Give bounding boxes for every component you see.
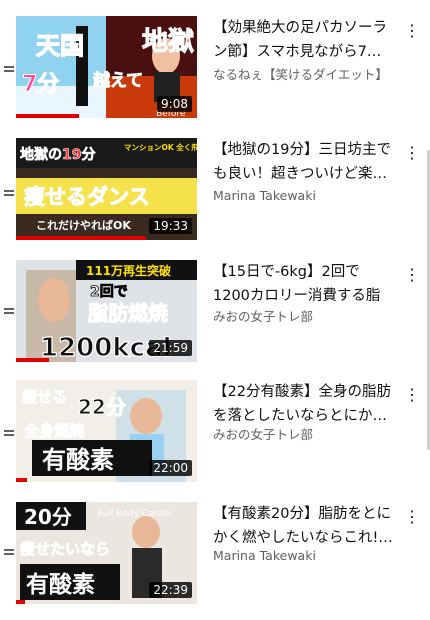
thumb-text-hell19: 地獄の19分 — [20, 146, 95, 163]
thumb-text-20: 20分 — [24, 505, 72, 529]
thumb-text-22: 22分 — [78, 395, 126, 419]
thumb-text-dance: 痩せるダンス — [24, 185, 150, 209]
video-thumbnail[interactable]: 痩せる 22分 全身燃焼 有酸素 22:00 — [16, 380, 197, 482]
thumb-text-aerobic2: 有酸素 — [26, 571, 95, 598]
video-title[interactable]: 【地獄の19分】三日坊主でも良い！超きついけど楽… — [213, 138, 393, 186]
channel-name[interactable]: Marina Takewaki — [213, 188, 393, 203]
thumb-text-heaven: 天国 — [36, 32, 84, 60]
playlist-item[interactable]: 111万再生突破 2回で 脂肪燃焼 1200kcal 21:59 【15日で-6… — [0, 260, 430, 378]
video-thumbnail[interactable]: 天国 7分 越えて 地獄 Before 9:08 — [16, 16, 197, 118]
more-vert-icon[interactable]: ⋮ — [404, 265, 420, 285]
channel-name[interactable]: Marina Takewaki — [213, 548, 393, 563]
video-title[interactable]: 【効果絶大の足パカソーラン節】スマホ見ながら7… — [213, 16, 393, 64]
watch-progress-bar — [16, 600, 26, 604]
more-vert-icon[interactable]: ⋮ — [404, 385, 420, 405]
thumb-text-cardio: Full Body Cardio — [98, 509, 171, 519]
thumb-text-minutes: 7分 — [22, 72, 59, 97]
drag-handle-icon[interactable] — [4, 66, 14, 74]
more-vert-icon[interactable]: ⋮ — [404, 21, 420, 41]
video-duration: 9:08 — [157, 96, 192, 112]
video-duration: 22:39 — [149, 582, 192, 598]
drag-handle-icon[interactable] — [4, 549, 14, 557]
watch-progress-bar — [16, 358, 49, 362]
playlist-item[interactable]: Full Body Cardio 20分 痩せたいなら 有酸素 22:39 【有… — [0, 502, 430, 620]
thumb-text-ok: これだけやればOK — [36, 218, 131, 232]
thumb-text-aerobic: 有酸素 — [42, 446, 114, 474]
playlist-item[interactable]: 地獄の19分 マンションOK 全く飛ばない！ 痩せるダンス これだけやればOK … — [0, 138, 430, 256]
thumb-text-hell: 地獄 — [142, 27, 194, 57]
thumb-text-fullbody: 全身燃焼 — [23, 422, 84, 440]
channel-name[interactable]: みおの女子トレ部 — [213, 306, 393, 325]
thumb-text-mansion: マンションOK 全く飛ばない！ — [124, 142, 197, 152]
thumb-text-twice: 2回で — [90, 284, 128, 300]
video-thumbnail[interactable]: Full Body Cardio 20分 痩せたいなら 有酸素 22:39 — [16, 502, 197, 604]
playlist-item[interactable]: 痩せる 22分 全身燃焼 有酸素 22:00 【22分有酸素】全身の脂肪を落とし… — [0, 380, 430, 498]
thumb-text-wantslim: 痩せたいなら — [20, 540, 110, 558]
video-title[interactable]: 【有酸素20分】脂肪をとにかく燃やしたいならこれ!… — [213, 502, 393, 550]
playlist-item[interactable]: 天国 7分 越えて 地獄 Before 9:08 【効果絶大の足パカソーラン節】… — [0, 16, 430, 134]
video-title[interactable]: 【15日で-6kg】2回で1200カロリー消費する脂肪燃… — [213, 260, 393, 308]
channel-name[interactable]: なるねぇ【笑けるダイエット】 — [213, 64, 393, 83]
more-vert-icon[interactable]: ⋮ — [404, 143, 420, 163]
thumb-text-views: 111万再生突破 — [86, 263, 171, 278]
video-duration: 22:00 — [149, 460, 192, 476]
video-title[interactable]: 【22分有酸素】全身の脂肪を落としたいならとにか… — [213, 380, 393, 428]
video-thumbnail[interactable]: 地獄の19分 マンションOK 全く飛ばない！ 痩せるダンス これだけやればOK … — [16, 138, 197, 240]
drag-handle-icon[interactable] — [4, 430, 14, 438]
drag-handle-icon[interactable] — [4, 308, 14, 316]
more-vert-icon[interactable]: ⋮ — [404, 507, 420, 527]
drag-handle-icon[interactable] — [4, 190, 14, 198]
watch-progress-bar — [16, 236, 147, 240]
video-thumbnail[interactable]: 111万再生突破 2回で 脂肪燃焼 1200kcal 21:59 — [16, 260, 197, 362]
video-duration: 19:33 — [149, 218, 192, 234]
video-duration: 21:59 — [149, 340, 192, 356]
thumb-text-burn: 脂肪燃焼 — [88, 301, 168, 325]
watch-progress-bar — [16, 114, 80, 118]
thumb-text-slim: 痩せる — [22, 388, 67, 406]
watch-progress-bar — [16, 478, 27, 482]
thumb-text-cross: 越えて — [92, 70, 143, 91]
channel-name[interactable]: みおの女子トレ部 — [213, 424, 393, 443]
